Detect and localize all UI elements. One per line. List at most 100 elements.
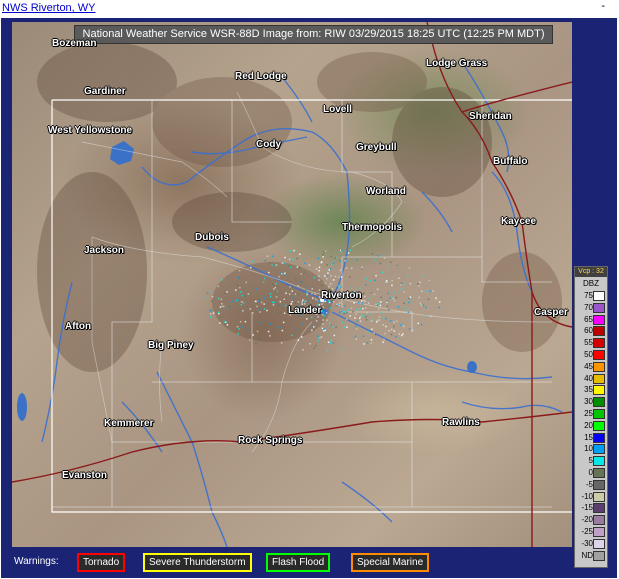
radar-return-pixel xyxy=(255,288,257,290)
legend-value: -10 xyxy=(581,491,593,501)
radar-return-pixel xyxy=(322,313,324,316)
radar-return-pixel xyxy=(327,272,329,274)
radar-return-pixel xyxy=(314,293,316,295)
radar-return-pixel xyxy=(263,277,266,280)
radar-return-pixel xyxy=(337,284,339,287)
radar-return-pixel xyxy=(369,280,372,282)
radar-return-pixel xyxy=(290,266,292,268)
radar-return-pixel xyxy=(277,304,280,306)
radar-return-pixel xyxy=(326,275,329,277)
legend-swatch xyxy=(593,538,605,549)
radar-return-pixel xyxy=(425,306,427,309)
radar-return-pixel xyxy=(313,347,315,350)
radar-return-pixel xyxy=(224,292,227,295)
warning-severe-thunderstorm[interactable]: Severe Thunderstorm xyxy=(143,553,252,572)
radar-return-pixel xyxy=(335,326,337,329)
radar-return-pixel xyxy=(375,303,377,306)
radar-return-pixel xyxy=(318,266,321,269)
legend-value: -30 xyxy=(581,538,593,548)
radar-map[interactable]: National Weather Service WSR-88D Image f… xyxy=(12,22,572,547)
radar-return-pixel xyxy=(375,274,377,277)
radar-return-pixel xyxy=(217,297,220,300)
radar-return-pixel xyxy=(362,308,364,310)
radar-return-pixel xyxy=(327,341,330,343)
radar-return-pixel xyxy=(259,321,261,324)
radar-return-pixel xyxy=(385,279,388,282)
radar-return-pixel xyxy=(242,310,244,312)
radar-return-pixel xyxy=(240,303,243,306)
legend-value: 45 xyxy=(584,361,593,371)
radar-return-pixel xyxy=(332,261,335,263)
legend-row: -5 xyxy=(575,479,607,490)
radar-return-pixel xyxy=(332,326,334,329)
city-kaycee: Kaycee xyxy=(501,216,537,227)
radar-return-pixel xyxy=(393,321,395,324)
legend-row: 70 xyxy=(575,302,607,313)
radar-return-pixel xyxy=(402,333,404,335)
radar-return-pixel xyxy=(377,304,379,306)
radar-return-pixel xyxy=(311,329,313,331)
radar-return-pixel xyxy=(422,304,425,307)
nws-riverton-link[interactable]: NWS Riverton, WY xyxy=(2,2,96,14)
radar-return-pixel xyxy=(355,328,358,330)
radar-return-pixel xyxy=(311,292,313,295)
radar-return-pixel xyxy=(306,295,309,298)
radar-return-pixel xyxy=(217,285,220,288)
radar-return-pixel xyxy=(376,321,378,323)
radar-return-pixel xyxy=(326,350,329,352)
radar-return-pixel xyxy=(235,299,238,302)
radar-return-pixel xyxy=(330,275,332,277)
radar-return-pixel xyxy=(221,305,224,308)
legend-row: -10 xyxy=(575,491,607,502)
radar-return-pixel xyxy=(399,324,402,326)
radar-return-pixel xyxy=(277,312,279,314)
warning-special-marine[interactable]: Special Marine xyxy=(351,553,430,572)
radar-return-pixel xyxy=(363,315,365,318)
radar-return-pixel xyxy=(408,297,410,300)
radar-return-pixel xyxy=(331,264,333,266)
warning-tornado[interactable]: Tornado xyxy=(77,553,126,572)
radar-return-pixel xyxy=(260,301,263,304)
radar-return-pixel xyxy=(428,279,431,282)
radar-return-pixel xyxy=(283,312,286,314)
radar-return-pixel xyxy=(284,272,286,274)
radar-return-pixel xyxy=(339,260,341,262)
radar-return-pixel xyxy=(309,343,311,345)
radar-return-pixel xyxy=(278,275,280,278)
radar-return-pixel xyxy=(387,292,389,295)
legend-value: 35 xyxy=(584,385,593,395)
legend-swatch xyxy=(593,550,605,561)
radar-return-pixel xyxy=(317,340,319,342)
radar-return-pixel xyxy=(239,321,242,323)
legend-row: 30 xyxy=(575,396,607,408)
city-cody: Cody xyxy=(256,139,281,150)
radar-return-pixel xyxy=(209,316,212,318)
radar-return-pixel xyxy=(386,281,388,284)
radar-return-pixel xyxy=(223,321,226,323)
radar-return-pixel xyxy=(356,259,358,261)
radar-return-pixel xyxy=(340,308,343,310)
radar-return-pixel xyxy=(344,326,346,328)
legend-swatch xyxy=(593,515,605,526)
radar-return-pixel xyxy=(320,336,323,338)
radar-return-pixel xyxy=(351,267,353,270)
radar-return-pixel xyxy=(252,334,254,336)
warnings-bar: Warnings: Tornado Severe Thunderstorm Fl… xyxy=(1,550,561,574)
radar-return-pixel xyxy=(435,297,437,299)
radar-return-pixel xyxy=(380,311,383,314)
warning-flash-flood[interactable]: Flash Flood xyxy=(266,553,331,572)
radar-return-pixel xyxy=(383,338,385,341)
radar-return-pixel xyxy=(341,321,343,324)
radar-return-pixel xyxy=(370,342,373,344)
radar-return-pixel xyxy=(267,330,270,333)
radar-return-pixel xyxy=(400,282,403,285)
radar-return-pixel xyxy=(297,339,300,341)
legend-swatch xyxy=(593,302,605,313)
header-dash: - xyxy=(601,0,605,12)
radar-return-pixel xyxy=(283,298,285,300)
city-rock-springs: Rock Springs xyxy=(238,435,303,446)
radar-return-pixel xyxy=(331,301,333,304)
radar-return-pixel xyxy=(332,262,335,264)
legend-row: 15 xyxy=(575,432,607,443)
radar-return-pixel xyxy=(327,301,329,304)
